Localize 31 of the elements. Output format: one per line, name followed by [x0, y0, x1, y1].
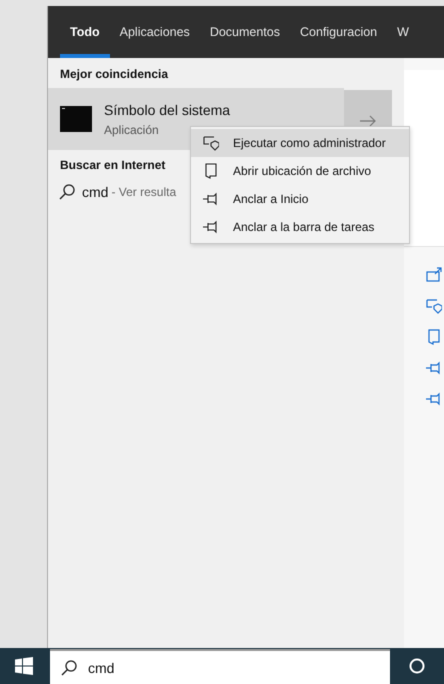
- pin-icon: [203, 219, 219, 235]
- terminal-icon: [60, 106, 92, 132]
- app-title: Símbolo del sistema: [104, 102, 230, 118]
- folder-icon: [203, 163, 219, 179]
- tab[interactable]: Documentos: [200, 6, 290, 58]
- tab[interactable]: Todo: [60, 6, 110, 58]
- search-icon: [60, 658, 78, 676]
- menu-item[interactable]: Ejecutar como administrador: [191, 129, 409, 157]
- web-query[interactable]: cmd: [82, 184, 108, 200]
- open-icon[interactable]: [426, 267, 442, 283]
- pin-icon: [203, 191, 219, 207]
- shield-icon[interactable]: [426, 298, 442, 314]
- section-heading: Mejor coincidencia: [59, 66, 170, 83]
- menu-item[interactable]: Anclar a la barra de tareas: [191, 213, 409, 241]
- pin-icon[interactable]: [426, 391, 442, 407]
- web-hint: - Ver resulta: [111, 185, 176, 199]
- app-type: Aplicación: [104, 122, 160, 136]
- windows-icon: [15, 657, 33, 675]
- circle-icon: [409, 658, 425, 674]
- shield-icon: [203, 135, 219, 151]
- tab[interactable]: Aplicaciones: [110, 6, 200, 58]
- folder-icon[interactable]: [426, 329, 442, 345]
- section-heading: Buscar en Internet: [59, 157, 166, 174]
- arrow-icon: [359, 115, 377, 127]
- search-field[interactable]: cmd: [50, 649, 390, 684]
- tab[interactable]: Configuracion: [290, 6, 388, 58]
- search-icon: [58, 183, 76, 201]
- menu-item[interactable]: Anclar a Inicio: [191, 185, 409, 213]
- pin-icon[interactable]: [426, 360, 442, 376]
- tab[interactable]: W: [387, 6, 419, 58]
- menu-item[interactable]: Abrir ubicación de archivo: [191, 157, 409, 185]
